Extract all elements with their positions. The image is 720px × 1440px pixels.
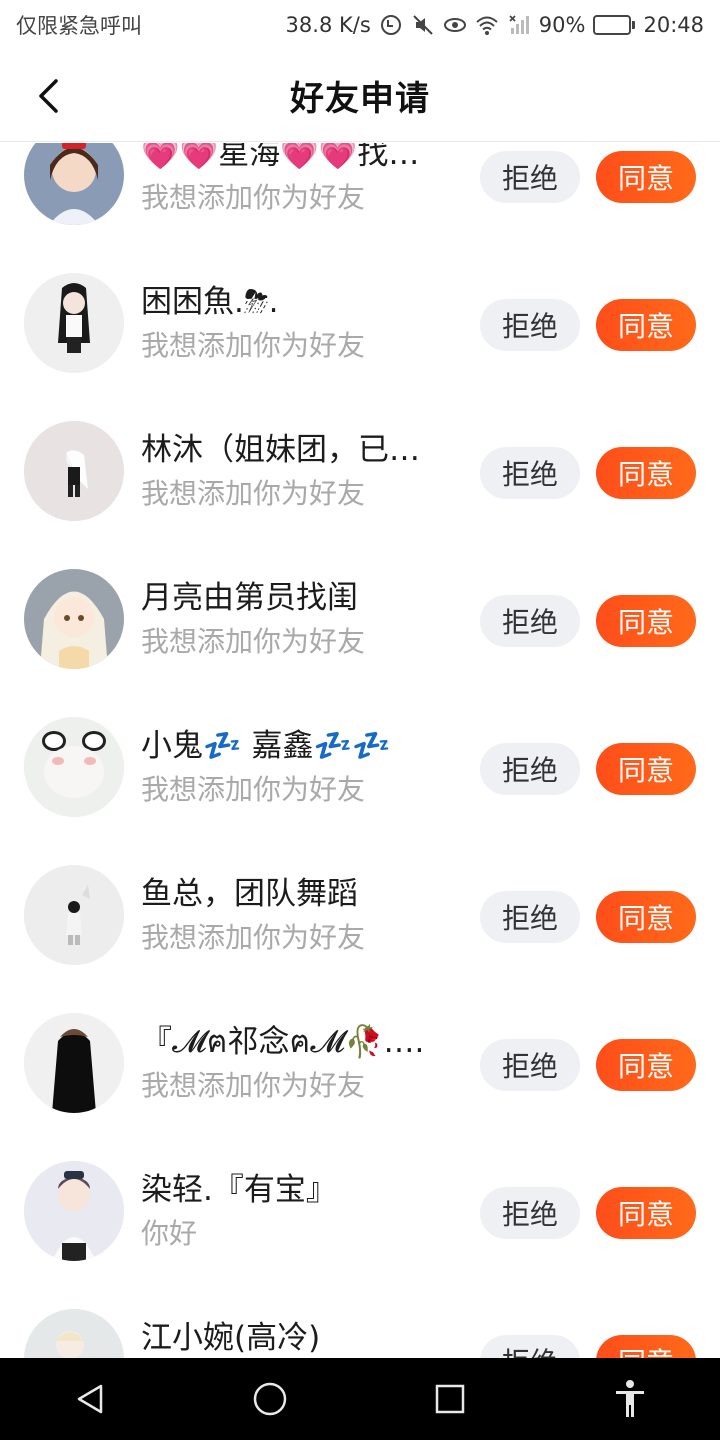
battery-percent: 90% bbox=[538, 13, 586, 37]
friend-request-row: 『𝓜ฅ祁念ฅ𝓜🥀…. 我想添加你为好友 拒绝 同意 bbox=[0, 985, 720, 1133]
request-message: 我想添加你为好友 bbox=[141, 921, 366, 954]
accept-button[interactable]: 同意 bbox=[596, 1335, 696, 1358]
accept-button[interactable]: 同意 bbox=[596, 299, 696, 351]
triangle-back-icon bbox=[77, 1384, 103, 1414]
reject-button[interactable]: 拒绝 bbox=[480, 743, 580, 795]
chevron-left-icon bbox=[39, 79, 58, 113]
status-icons: 38.8 K/s 90% 20:48 bbox=[286, 13, 704, 37]
requester-name: 鱼总，团队舞蹈 bbox=[141, 876, 358, 912]
battery-icon bbox=[593, 15, 636, 35]
request-message: 我想添加你为好友 bbox=[141, 625, 366, 658]
avatar[interactable] bbox=[24, 717, 124, 817]
requester-name: 『𝓜ฅ祁念ฅ𝓜🥀…. bbox=[141, 1024, 425, 1060]
request-message: 我想添加你为好友 bbox=[141, 1069, 366, 1102]
network-speed: 38.8 K/s bbox=[285, 13, 371, 37]
accept-button[interactable]: 同意 bbox=[596, 151, 696, 203]
circle-home-icon bbox=[253, 1382, 287, 1416]
request-message: 我想添加你为好友 bbox=[141, 181, 366, 214]
friend-request-row: 困困魚.⛈. 我想添加你为好友 拒绝 同意 bbox=[0, 245, 720, 393]
avatar[interactable] bbox=[24, 569, 124, 669]
reject-button[interactable]: 拒绝 bbox=[480, 595, 580, 647]
clock: 20:48 bbox=[643, 13, 704, 37]
reject-button[interactable]: 拒绝 bbox=[480, 151, 580, 203]
system-nav-bar bbox=[0, 1358, 720, 1440]
requester-name: 小鬼💤 嘉鑫💤💤 bbox=[141, 728, 391, 764]
avatar[interactable] bbox=[24, 143, 124, 225]
accept-button[interactable]: 同意 bbox=[596, 1039, 696, 1091]
carrier-status-text: 仅限紧急呼叫 bbox=[16, 14, 142, 38]
accessibility-person-icon bbox=[616, 1380, 644, 1417]
friend-request-row: 染轻.『有宝』 你好 拒绝 同意 bbox=[0, 1133, 720, 1281]
data-saver-icon bbox=[379, 13, 403, 37]
no-signal-icon bbox=[507, 13, 531, 37]
accept-button[interactable]: 同意 bbox=[596, 595, 696, 647]
accept-button[interactable]: 同意 bbox=[596, 743, 696, 795]
requester-name: 困困魚.⛈. bbox=[141, 284, 279, 320]
nav-back-button[interactable] bbox=[50, 1358, 130, 1440]
avatar[interactable] bbox=[24, 865, 124, 965]
request-message: 你好 bbox=[141, 1217, 198, 1250]
avatar[interactable] bbox=[24, 1013, 124, 1113]
request-message: 我想添加你为好友 bbox=[141, 477, 366, 510]
nav-accessibility-button[interactable] bbox=[590, 1358, 670, 1440]
friend-request-row: 💗💗星海💗💗找… 我想添加你为好友 拒绝 同意 bbox=[0, 143, 720, 245]
friend-request-row: 小鬼💤 嘉鑫💤💤 我想添加你为好友 拒绝 同意 bbox=[0, 689, 720, 837]
back-button[interactable] bbox=[28, 76, 68, 116]
requester-name: 江小婉(高冷) bbox=[141, 1320, 321, 1356]
request-message: 我想添加你为好友 bbox=[141, 773, 366, 806]
nav-home-button[interactable] bbox=[230, 1358, 310, 1440]
friend-request-row: 江小婉(高冷) 拒绝 同意 bbox=[0, 1281, 720, 1358]
status-bar: 仅限紧急呼叫 38.8 K/s 90% 20:48 bbox=[0, 0, 720, 50]
nav-recents-button[interactable] bbox=[410, 1358, 490, 1440]
avatar[interactable] bbox=[24, 1161, 124, 1261]
reject-button[interactable]: 拒绝 bbox=[480, 447, 580, 499]
accept-button[interactable]: 同意 bbox=[596, 447, 696, 499]
friend-request-row: 鱼总，团队舞蹈 我想添加你为好友 拒绝 同意 bbox=[0, 837, 720, 985]
friend-request-row: 月亮由第员找闺 我想添加你为好友 拒绝 同意 bbox=[0, 541, 720, 689]
eye-comfort-icon bbox=[443, 13, 467, 37]
requester-name: 染轻.『有宝』 bbox=[141, 1172, 337, 1208]
friend-request-row: 林沐（姐妹团，已… 我想添加你为好友 拒绝 同意 bbox=[0, 393, 720, 541]
reject-button[interactable]: 拒绝 bbox=[480, 299, 580, 351]
friend-request-list[interactable]: 💗💗星海💗💗找… 我想添加你为好友 拒绝 同意 困困魚.⛈. 我想添加你为好友 … bbox=[0, 143, 720, 1358]
requester-name: 林沐（姐妹团，已… bbox=[141, 432, 420, 468]
reject-button[interactable]: 拒绝 bbox=[480, 1187, 580, 1239]
header: 好友申请 bbox=[0, 50, 720, 142]
avatar[interactable] bbox=[24, 1309, 124, 1358]
requester-name: 💗💗星海💗💗找… bbox=[141, 143, 420, 172]
reject-button[interactable]: 拒绝 bbox=[480, 1039, 580, 1091]
avatar[interactable] bbox=[24, 421, 124, 521]
avatar[interactable] bbox=[24, 273, 124, 373]
reject-button[interactable]: 拒绝 bbox=[480, 1335, 580, 1358]
square-recents-icon bbox=[435, 1384, 465, 1414]
page-title: 好友申请 bbox=[290, 79, 430, 119]
requester-name: 月亮由第员找闺 bbox=[141, 580, 358, 616]
reject-button[interactable]: 拒绝 bbox=[480, 891, 580, 943]
accept-button[interactable]: 同意 bbox=[596, 1187, 696, 1239]
wifi-icon bbox=[475, 13, 499, 37]
mute-icon bbox=[411, 13, 435, 37]
accept-button[interactable]: 同意 bbox=[596, 891, 696, 943]
request-message: 我想添加你为好友 bbox=[141, 329, 366, 362]
